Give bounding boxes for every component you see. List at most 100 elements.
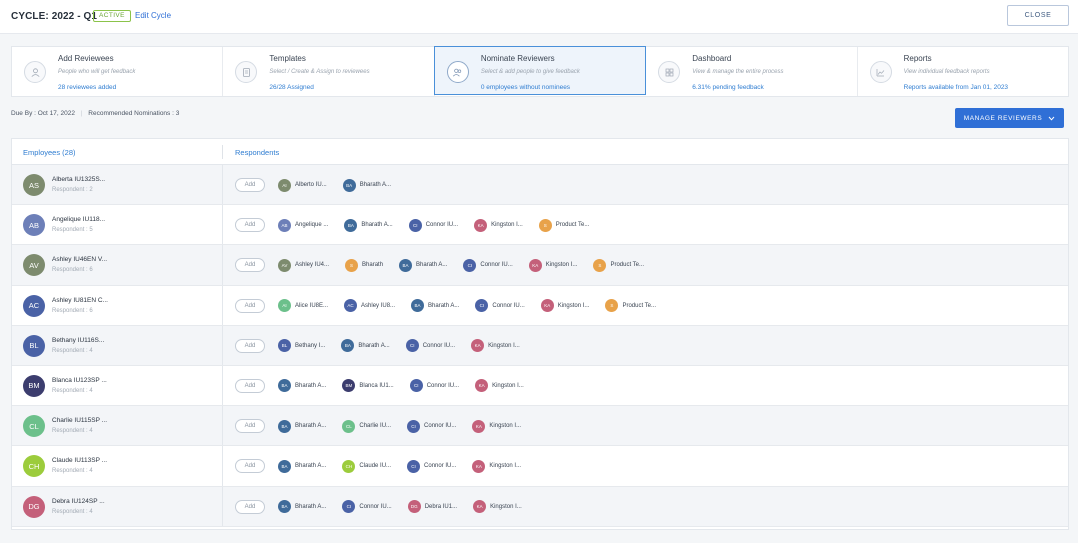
respondent-chip[interactable]: KA Kingston I... [473,499,526,515]
respondent-chip[interactable]: BM Blanca IU1... [342,378,397,394]
avatar: AV [278,258,291,272]
respondent-chip[interactable]: S Bharath [345,257,387,273]
respondent-chip[interactable]: AB Angelique ... [278,217,332,233]
avatar: S [345,258,359,272]
step-nominate-reviewers[interactable]: Nominate Reviewers Select & add people to… [433,46,647,95]
step-status: Reports available from Jan 01, 2023 [903,84,1009,91]
status-badge: ACTIVE [93,10,131,22]
employee-name[interactable]: Ashley IU81EN C... [52,297,108,304]
table-row: AB Angelique IU118... Respondent : 5 Add AB A… [12,205,1068,246]
avatar: KA [473,500,487,513]
respondent-chip[interactable]: CI Connor IU... [407,458,460,474]
close-button[interactable]: CLOSE [1007,5,1069,26]
employee-name[interactable]: Charlie IU115SP ... [52,417,107,424]
add-respondent-button[interactable]: Add [235,499,265,514]
avatar: KA [472,459,486,473]
respondent-count: Respondent : 6 [52,267,93,274]
respondent-name: Kingston I... [557,302,590,309]
employee-name[interactable]: Bethany IU116S... [52,337,104,344]
add-respondent-button[interactable]: Add [235,338,265,353]
respondent-chip[interactable]: KA Kingston I... [472,418,525,434]
respondent-chip[interactable]: KA Kingston I... [474,217,527,233]
respondent-chip[interactable]: BA Bharath A... [278,418,330,434]
respondent-name: Connor IU... [422,342,456,349]
chevron-down-icon [1048,116,1055,121]
step-add-reviewees[interactable]: Add Reviewees People who will get feedbac… [12,47,224,96]
respondent-chip[interactable]: CI Connor IU... [407,418,460,434]
add-respondent-button[interactable]: Add [235,178,265,192]
avatar: AS [23,174,45,196]
respondent-chip[interactable]: KA Kingston I... [540,298,594,314]
respondent-name: Connor IU... [425,222,459,229]
respondent-chip[interactable]: CI Connor IU... [463,257,516,273]
respondent-chip[interactable]: AI Alberto IU... [278,177,331,193]
employee-name[interactable]: Angelique IU118... [52,216,105,223]
respondent-chip[interactable]: S Product Te... [593,257,648,273]
respondent-name: Angelique ... [295,222,329,229]
step-description: View & manage the entire process [692,69,784,75]
add-respondent-button[interactable]: Add [235,218,265,233]
employee-name[interactable]: Claude IU113SP ... [52,457,107,464]
respondent-chip[interactable]: KA Kingston I... [472,458,525,474]
edit-cycle-link[interactable]: Edit Cycle [135,11,171,20]
respondent-list: Add BA Bharath A... CL Charlie IU... CI Connor… [235,418,525,434]
respondent-name: Bharath A... [295,423,327,430]
avatar: KA [540,299,554,313]
manage-reviewers-button[interactable]: MANAGE REVIEWERS [955,108,1064,128]
respondent-name: Alice IU8E... [295,302,329,309]
add-respondent-button[interactable]: Add [235,459,265,474]
add-respondent-button[interactable]: Add [235,258,265,273]
respondent-chip[interactable]: CI Connor IU... [409,378,463,394]
add-respondent-button[interactable]: Add [235,378,265,393]
respondent-name: Charlie IU... [359,423,392,430]
respondent-chip[interactable]: BA Bharath A... [399,257,451,273]
avatar: AI [278,178,291,192]
table-row: BL Bethany IU116S... Respondent : 4 Add BL Be… [12,325,1068,366]
employee-name[interactable]: Ashley IU46EN V... [52,256,107,263]
respondent-chip[interactable]: CI Connor IU... [408,217,462,233]
respondent-chip[interactable]: DG Debra IU1... [407,499,461,515]
employee-name[interactable]: Blanca IU123SP ... [52,377,107,384]
employee-name[interactable]: Alberta IU1325S... [52,176,105,183]
step-status: 0 employees without nominees [480,84,571,91]
respondent-chip[interactable]: BA Bharath A... [278,458,330,474]
avatar: AI [278,299,291,313]
respondent-chip[interactable]: CI Connor IU... [342,499,395,515]
respondent-name: Product Te... [622,302,657,309]
respondent-chip[interactable]: BA Bharath A... [278,499,330,515]
step-templates[interactable]: Templates Select / Create & Assign to rev… [223,47,435,96]
respondent-chip[interactable]: KA Kingston I... [528,257,582,273]
nominations-table: Employees (28) Respondents AS Alberta IU1… [11,138,1069,530]
respondent-chip[interactable]: S Product Te... [605,298,660,314]
step-description: People who will get feedback [58,69,136,75]
step-reports[interactable]: Reports View individual feedback reports R… [858,47,1068,96]
column-employees[interactable]: Employees (28) [23,148,76,157]
step-title: Reports [903,54,932,63]
respondent-name: Connor IU... [359,503,392,510]
respondent-chip[interactable]: AV Ashley IU4... [278,257,333,273]
respondent-count: Respondent : 4 [52,508,93,515]
respondent-chip[interactable]: CI Connor IU... [475,298,528,314]
add-respondent-button[interactable]: Add [235,419,265,434]
table-row: CH Claude IU113SP ... Respondent : 4 Add BA B… [12,446,1068,487]
respondent-chip[interactable]: BA Bharath A... [344,217,396,233]
respondent-chip[interactable]: BA Bharath A... [342,177,395,193]
respondent-chip[interactable]: BA Bharath A... [341,338,393,354]
respondent-list: Add AV Ashley IU4... S Bharath BA Bharath A...… [235,257,648,273]
respondent-chip[interactable]: KA Kingston I... [471,338,524,354]
respondent-chip[interactable]: BA Bharath A... [278,378,330,394]
respondent-chip[interactable]: KA Kingston I... [475,378,528,394]
add-respondent-button[interactable]: Add [235,298,265,313]
respondent-chip[interactable]: CI Connor IU... [405,338,459,354]
step-status: 26/28 Assigned [269,84,314,91]
respondent-chip[interactable]: S Product Te... [538,217,594,233]
respondent-chip[interactable]: AI Alice IU8E... [278,298,332,314]
step-dashboard[interactable]: Dashboard View & manage the entire proces… [646,47,858,96]
respondent-chip[interactable]: CH Claude IU... [342,458,395,474]
respondent-chip[interactable]: AC Ashley IU8... [344,298,399,314]
respondent-chip[interactable]: CL Charlie IU... [342,418,395,434]
respondent-chip[interactable]: BL Bethany I... [278,338,329,354]
respondent-chip[interactable]: BA Bharath A... [411,298,463,314]
employee-name[interactable]: Debra IU124SP ... [52,498,105,505]
respondent-name: Debra IU1... [424,503,458,510]
